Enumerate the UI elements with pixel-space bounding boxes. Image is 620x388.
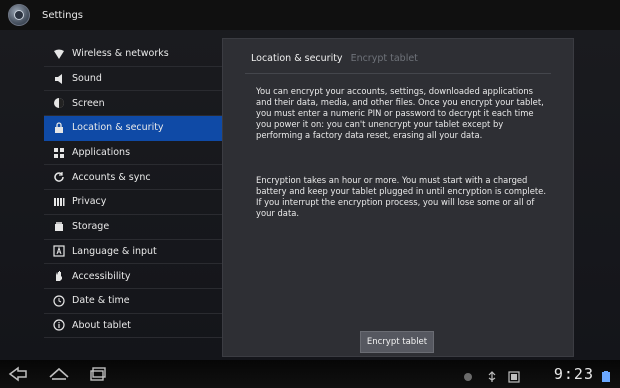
sidebar-item-wireless[interactable]: Wireless & networks (44, 42, 222, 67)
home-icon[interactable] (48, 365, 70, 383)
sidebar-item-label: Privacy (72, 196, 107, 208)
clock-icon (52, 294, 66, 308)
sidebar-item-accessibility[interactable]: Accessibility (44, 264, 222, 289)
sidebar-item-language-input[interactable]: Language & input (44, 240, 222, 265)
breadcrumb-sub: Encrypt tablet (350, 53, 418, 64)
screenshot-icon[interactable] (508, 368, 520, 383)
language-icon (52, 244, 66, 258)
encryption-description: You can encrypt your accounts, settings,… (256, 86, 544, 140)
privacy-icon (52, 195, 66, 209)
settings-app-icon (8, 4, 30, 26)
status-clock: 9:23 (553, 365, 594, 383)
title-bar: Settings (0, 0, 620, 30)
battery-icon (600, 368, 612, 382)
sidebar-item-screen[interactable]: Screen (44, 91, 222, 117)
breadcrumb: Location & security Encrypt tablet (251, 53, 418, 64)
sidebar-item-label: Location & security (72, 122, 164, 134)
sidebar-item-label: Storage (72, 221, 110, 233)
sidebar-item-label: Sound (72, 73, 102, 85)
system-bar: 9:23 (0, 360, 620, 388)
sidebar-item-label: About tablet (72, 319, 131, 331)
sidebar-item-label: Date & time (72, 295, 130, 307)
back-icon[interactable] (8, 365, 30, 383)
sync-icon (52, 170, 66, 184)
encryption-warning: Encryption takes an hour or more. You mu… (256, 175, 546, 218)
sidebar-item-accounts-sync[interactable]: Accounts & sync (44, 165, 222, 191)
settings-sidebar: Wireless & networks Sound Screen Locatio… (44, 42, 222, 339)
hand-icon (52, 269, 66, 283)
sidebar-item-label: Language & input (72, 245, 157, 257)
sidebar-item-location-security[interactable]: Location & security (44, 116, 222, 141)
speaker-icon (52, 72, 66, 86)
brightness-icon (52, 96, 66, 110)
notification-dot-icon[interactable] (462, 368, 474, 381)
sidebar-item-label: Accessibility (72, 270, 131, 282)
settings-main: Wireless & networks Sound Screen Locatio… (0, 30, 620, 360)
encryption-panel: Location & security Encrypt tablet You ca… (222, 38, 574, 357)
sidebar-item-privacy[interactable]: Privacy (44, 190, 222, 215)
breadcrumb-current[interactable]: Location & security (251, 53, 343, 64)
sidebar-item-about-tablet[interactable]: About tablet (44, 314, 222, 339)
storage-icon (52, 220, 66, 234)
sidebar-item-sound[interactable]: Sound (44, 67, 222, 92)
usb-icon[interactable] (486, 368, 498, 382)
sidebar-item-label: Wireless & networks (72, 48, 169, 60)
sidebar-item-label: Accounts & sync (72, 171, 151, 183)
sidebar-item-label: Applications (72, 147, 131, 159)
sidebar-item-date-time[interactable]: Date & time (44, 289, 222, 314)
lock-icon (52, 121, 66, 135)
sidebar-item-label: Screen (72, 97, 105, 109)
app-title: Settings (42, 9, 84, 21)
recent-apps-icon[interactable] (88, 365, 110, 383)
info-icon (52, 318, 66, 332)
apps-icon (52, 146, 66, 160)
divider (245, 73, 551, 74)
encrypt-tablet-button[interactable]: Encrypt tablet (360, 331, 434, 353)
wifi-icon (52, 47, 66, 61)
sidebar-item-applications[interactable]: Applications (44, 141, 222, 166)
sidebar-item-storage[interactable]: Storage (44, 215, 222, 240)
